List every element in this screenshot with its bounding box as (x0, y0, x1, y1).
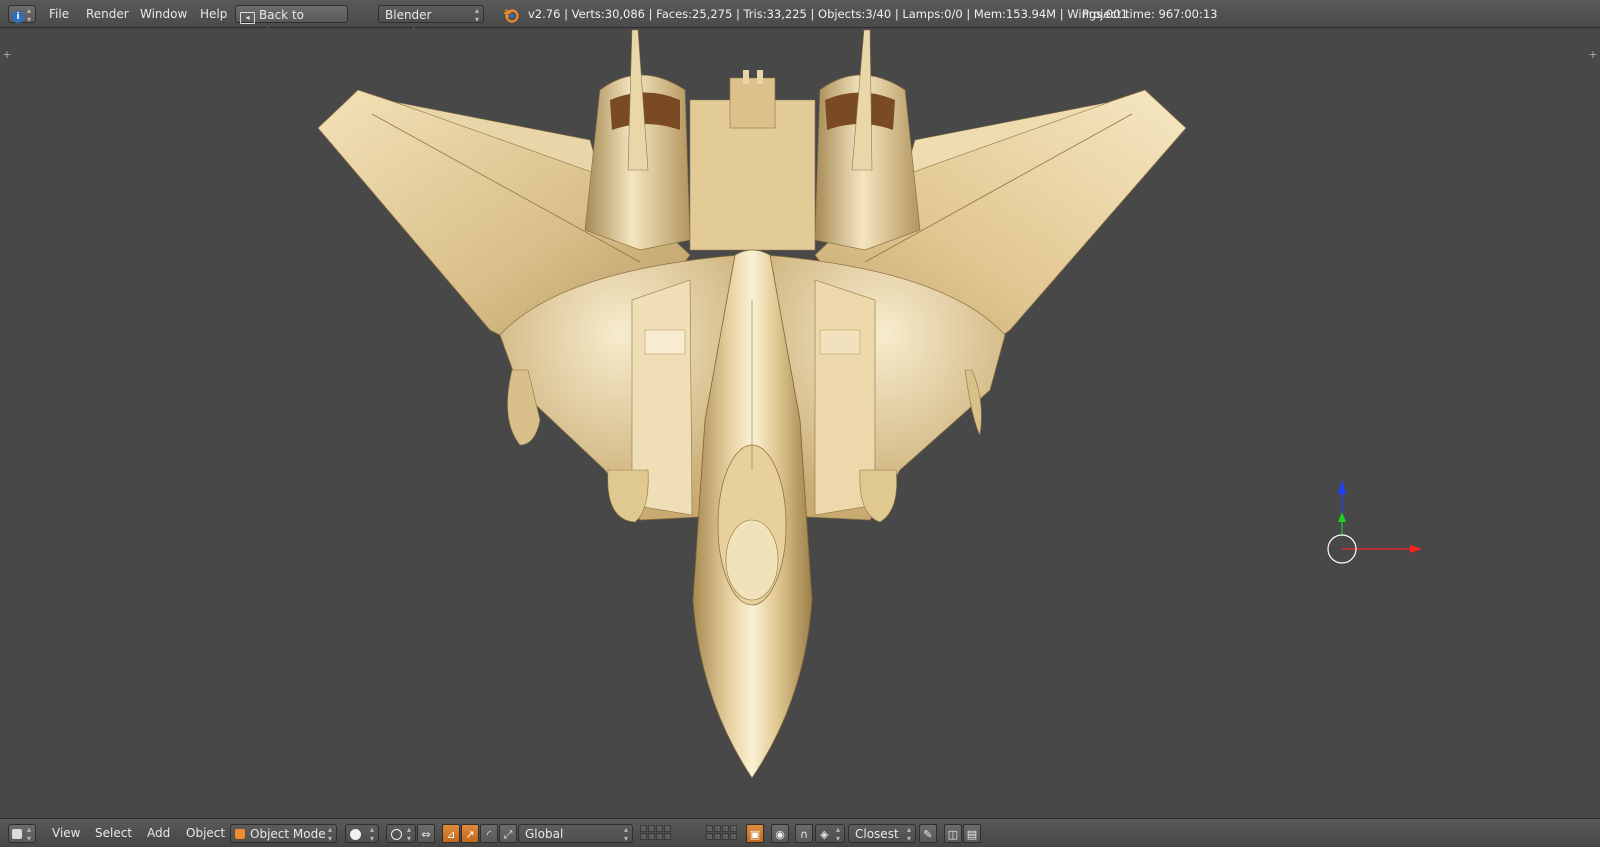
chevron-updown-icon: ▴ ▾ (906, 825, 911, 843)
render-engine-dropdown[interactable]: Blender Render ▴▾ (378, 5, 484, 40)
menu-help[interactable]: Help (200, 5, 227, 23)
axis-gizmo (1327, 480, 1422, 564)
translate-manipulator-icon[interactable]: ↗ (461, 824, 479, 843)
chevron-updown-icon: ▴ ▾ (26, 825, 31, 843)
chevron-updown-icon: ▴ ▾ (26, 6, 31, 24)
blender-logo-icon (504, 9, 519, 23)
manipulate-center-icon[interactable]: ⇔ (417, 824, 435, 843)
layer-buttons-group-1[interactable] (640, 825, 671, 841)
chevron-updown-icon: ▴ ▾ (835, 825, 840, 843)
snap-element-icon: ◈ (820, 828, 829, 841)
gizmo-y-arrow (1338, 512, 1346, 522)
3d-view-icon (12, 829, 22, 839)
gizmo-x-arrow (1410, 545, 1422, 553)
snap-target-dropdown[interactable]: Closest ▴ ▾ (848, 824, 916, 843)
object-mode-icon (235, 829, 245, 839)
scale-manipulator-icon[interactable]: ⤢ (499, 824, 517, 843)
pivot-icon (391, 829, 402, 840)
aircraft-model[interactable] (0, 28, 1600, 818)
render-opengl-icon[interactable]: ✎ (919, 824, 937, 843)
menu-file[interactable]: File (49, 5, 69, 23)
chevron-updown-icon: ▴ ▾ (369, 825, 374, 843)
render-animation-icon[interactable]: ▤ (963, 824, 981, 843)
mode-dropdown[interactable]: Object Mode ▴ ▾ (230, 824, 337, 843)
snap-target-value: Closest (855, 827, 899, 841)
menu-view[interactable]: View (52, 824, 80, 843)
proportional-editing-icon[interactable]: ◉ (771, 824, 789, 843)
gizmo-z-arrow (1338, 480, 1346, 494)
snap-toggle-icon[interactable]: ∩ (795, 824, 813, 843)
scene-stats: v2.76 | Verts:30,086 | Faces:25,275 | Tr… (528, 7, 1128, 21)
back-icon: ◂ (240, 12, 255, 24)
editor-type-button[interactable]: i ▴ ▾ (8, 5, 36, 24)
menu-add[interactable]: Add (147, 824, 170, 843)
pivot-point-dropdown[interactable]: ▴ ▾ (386, 824, 416, 843)
transform-orientation-dropdown[interactable]: Global ▴ ▾ (518, 824, 633, 843)
menu-select[interactable]: Select (95, 824, 132, 843)
menu-window[interactable]: Window (140, 5, 187, 23)
chevron-updown-icon: ▴ ▾ (623, 825, 628, 843)
3d-viewport[interactable]: + + (0, 28, 1600, 818)
info-header: i ▴▾ File Render Window Help ◂Back to Pr… (0, 0, 1600, 40)
orientation-value: Global (525, 827, 564, 841)
mode-value: Object Mode (250, 827, 326, 841)
solid-shading-icon (350, 829, 361, 840)
menu-object[interactable]: Object (186, 824, 225, 843)
info-icon: i (12, 11, 24, 23)
3d-view-header: ▴ ▾ View Select Add Object Object Mode ▴ ▾… (0, 818, 1600, 847)
editor-type-button[interactable]: ▴ ▾ (8, 824, 36, 843)
project-time: Project time: 967:00:13 (1082, 7, 1218, 21)
menu-render[interactable]: Render (86, 5, 129, 23)
back-to-previous-button[interactable]: ◂Back to Previous (235, 5, 348, 40)
rotate-manipulator-icon[interactable]: ◜ (480, 824, 498, 843)
viewport-shading-dropdown[interactable]: ▴ ▾ (345, 824, 379, 843)
render-image-icon[interactable]: ◫ (944, 824, 962, 843)
transform-manipulator-icon[interactable]: ⊿ (442, 824, 460, 843)
chevron-updown-icon: ▴ ▾ (327, 825, 332, 843)
layer-buttons-group-2[interactable] (706, 825, 737, 841)
snap-element-dropdown[interactable]: ◈ ▴ ▾ (815, 824, 845, 843)
chevron-updown-icon: ▴ ▾ (406, 825, 411, 843)
chevron-updown-icon: ▴ ▾ (474, 6, 479, 24)
lock-layers-icon[interactable]: ▣ (746, 824, 764, 843)
